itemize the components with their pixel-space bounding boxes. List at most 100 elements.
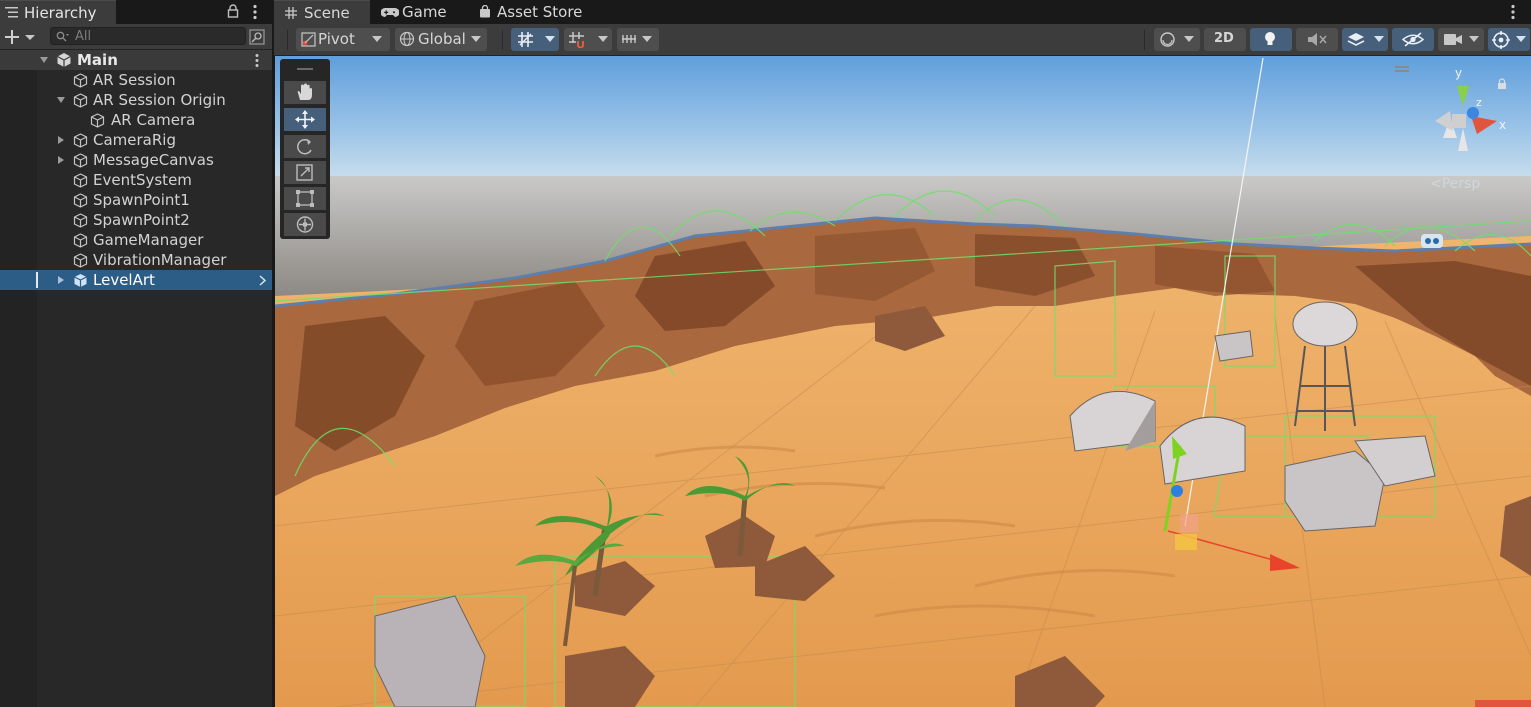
speaker-muted-icon [1308,33,1327,46]
hierarchy-item-label: SpawnPoint1 [93,191,190,209]
drag-handle[interactable] [297,68,313,70]
move-tool-button[interactable] [284,108,326,131]
chevron-right-icon[interactable] [57,136,65,144]
hierarchy-item-ar-session[interactable]: AR Session [0,70,272,90]
lightbulb-icon [1265,32,1275,45]
gizmos-dropdown[interactable] [1488,28,1530,51]
gizmo-x-label: x [1499,118,1507,132]
chevron-right-icon[interactable] [259,275,266,286]
transform-tool-button[interactable] [284,213,326,236]
rotate-tool-button[interactable] [284,135,326,158]
audio-toggle[interactable] [1296,28,1338,51]
tab-game[interactable]: Game [374,0,466,24]
gizmo-lock-icon[interactable] [1497,78,1507,90]
hierarchy-item-levelart[interactable]: LevelArt [0,270,272,290]
chevron-down-icon [372,36,382,42]
chevron-right-icon[interactable] [57,156,65,164]
tab-hierarchy[interactable]: Hierarchy [0,0,116,24]
gizmo-crosshair-icon [1492,31,1510,49]
effects-dropdown[interactable] [1342,28,1388,51]
hierarchy-item-ar-camera[interactable]: AR Camera [0,110,272,130]
gameobject-cube-icon [73,153,88,168]
hierarchy-item-ar-session-origin[interactable]: AR Session Origin [0,90,272,110]
hierarchy-item-eventsystem[interactable]: EventSystem [0,170,272,190]
pivot-icon [301,32,316,47]
tools-overlay [280,59,330,239]
global-dropdown[interactable]: Global [395,28,487,51]
kebab-menu-icon[interactable] [252,4,258,20]
gizmo-y-label: y [1455,66,1463,80]
hierarchy-search-input[interactable]: All [50,27,246,45]
hierarchy-item-spawnpoint1[interactable]: SpawnPoint1 [0,190,272,210]
scale-icon [296,164,313,181]
snap-increment-dropdown[interactable] [617,28,659,51]
chevron-down-icon [1516,36,1526,42]
tab-scene[interactable]: Scene [274,0,370,24]
gameobject-cube-icon [73,253,88,268]
gameobject-cube-icon [90,113,105,128]
list-icon [5,7,18,18]
chevron-down-icon [471,36,481,42]
ruler-icon [622,35,636,43]
rect-transform-icon [296,190,314,207]
chevron-down-icon [598,36,608,42]
shading-sphere-icon [1160,32,1175,47]
tab-asset-store[interactable]: Asset Store [471,0,593,24]
chevron-right-icon[interactable] [57,276,65,284]
lock-icon[interactable] [227,4,239,18]
chevron-down-icon[interactable] [40,56,48,64]
scene-tab-bar: Scene Game Asset Store [274,0,1531,24]
chevron-down-icon[interactable] [57,96,65,104]
camera-dropdown[interactable] [1438,28,1484,51]
chevron-down-icon [1469,36,1479,42]
hierarchy-item-label: LevelArt [93,271,155,289]
globe-icon [399,31,415,47]
draw-mode-dropdown[interactable] [1154,28,1200,51]
grid-snapping-toggle[interactable] [511,28,559,51]
chevron-down-icon [642,36,652,42]
add-dropdown-button[interactable] [4,29,40,45]
scene-visibility-toggle[interactable] [1392,28,1434,51]
hierarchy-item-label: AR Camera [111,111,196,129]
scene-toolbar: Pivot Global 2D [274,24,1531,56]
persp-label[interactable]: <Persp [1430,176,1480,192]
unity-scene-icon [57,53,71,67]
pivot-dropdown[interactable]: Pivot [296,28,390,51]
gameobject-cube-icon [73,233,88,248]
increment-snapping-dropdown[interactable] [564,28,612,51]
hand-tool-button[interactable] [284,81,326,104]
gameobject-cube-icon [73,133,88,148]
hierarchy-item-messagecanvas[interactable]: MessageCanvas [0,150,272,170]
scene-viewport[interactable]: <Persp y z x [275,56,1531,707]
gamepad-icon [381,8,399,17]
hierarchy-item-label: AR Session [93,71,176,89]
2d-toggle[interactable]: 2D [1204,28,1246,51]
hierarchy-panel: Hierarchy All Main AR Session AR Session… [0,0,272,707]
search-icon [56,31,69,42]
hierarchy-item-gamemanager[interactable]: GameManager [0,230,272,250]
rect-tool-button[interactable] [284,187,326,210]
toolbar-separator [502,30,503,50]
hierarchy-item-spawnpoint2[interactable]: SpawnPoint2 [0,210,272,230]
scene-row-main[interactable]: Main [0,50,272,70]
scene-visibility-search-icon[interactable] [249,29,265,45]
text-caret [36,272,38,288]
tab-asset-store-label: Asset Store [497,3,583,21]
hierarchy-item-label: VibrationManager [93,251,227,269]
chevron-down-icon [1374,36,1384,42]
lighting-toggle[interactable] [1250,28,1292,51]
hierarchy-item-vibrationmanager[interactable]: VibrationManager [0,250,272,270]
gameobject-cube-icon [73,173,88,188]
kebab-menu-icon[interactable] [1510,4,1516,20]
camera-icon [1444,34,1462,45]
scene-render [275,56,1531,707]
kebab-menu-icon[interactable] [254,53,260,68]
hierarchy-item-label: CameraRig [93,131,176,149]
prefab-cube-icon [74,274,87,287]
hierarchy-tree: Main AR Session AR Session Origin AR Cam… [0,50,272,707]
scale-tool-button[interactable] [284,161,326,184]
hierarchy-item-camerarig[interactable]: CameraRig [0,130,272,150]
rotate-icon [297,138,312,155]
bag-icon [480,5,490,18]
scene-camera-icon[interactable] [1421,234,1443,248]
